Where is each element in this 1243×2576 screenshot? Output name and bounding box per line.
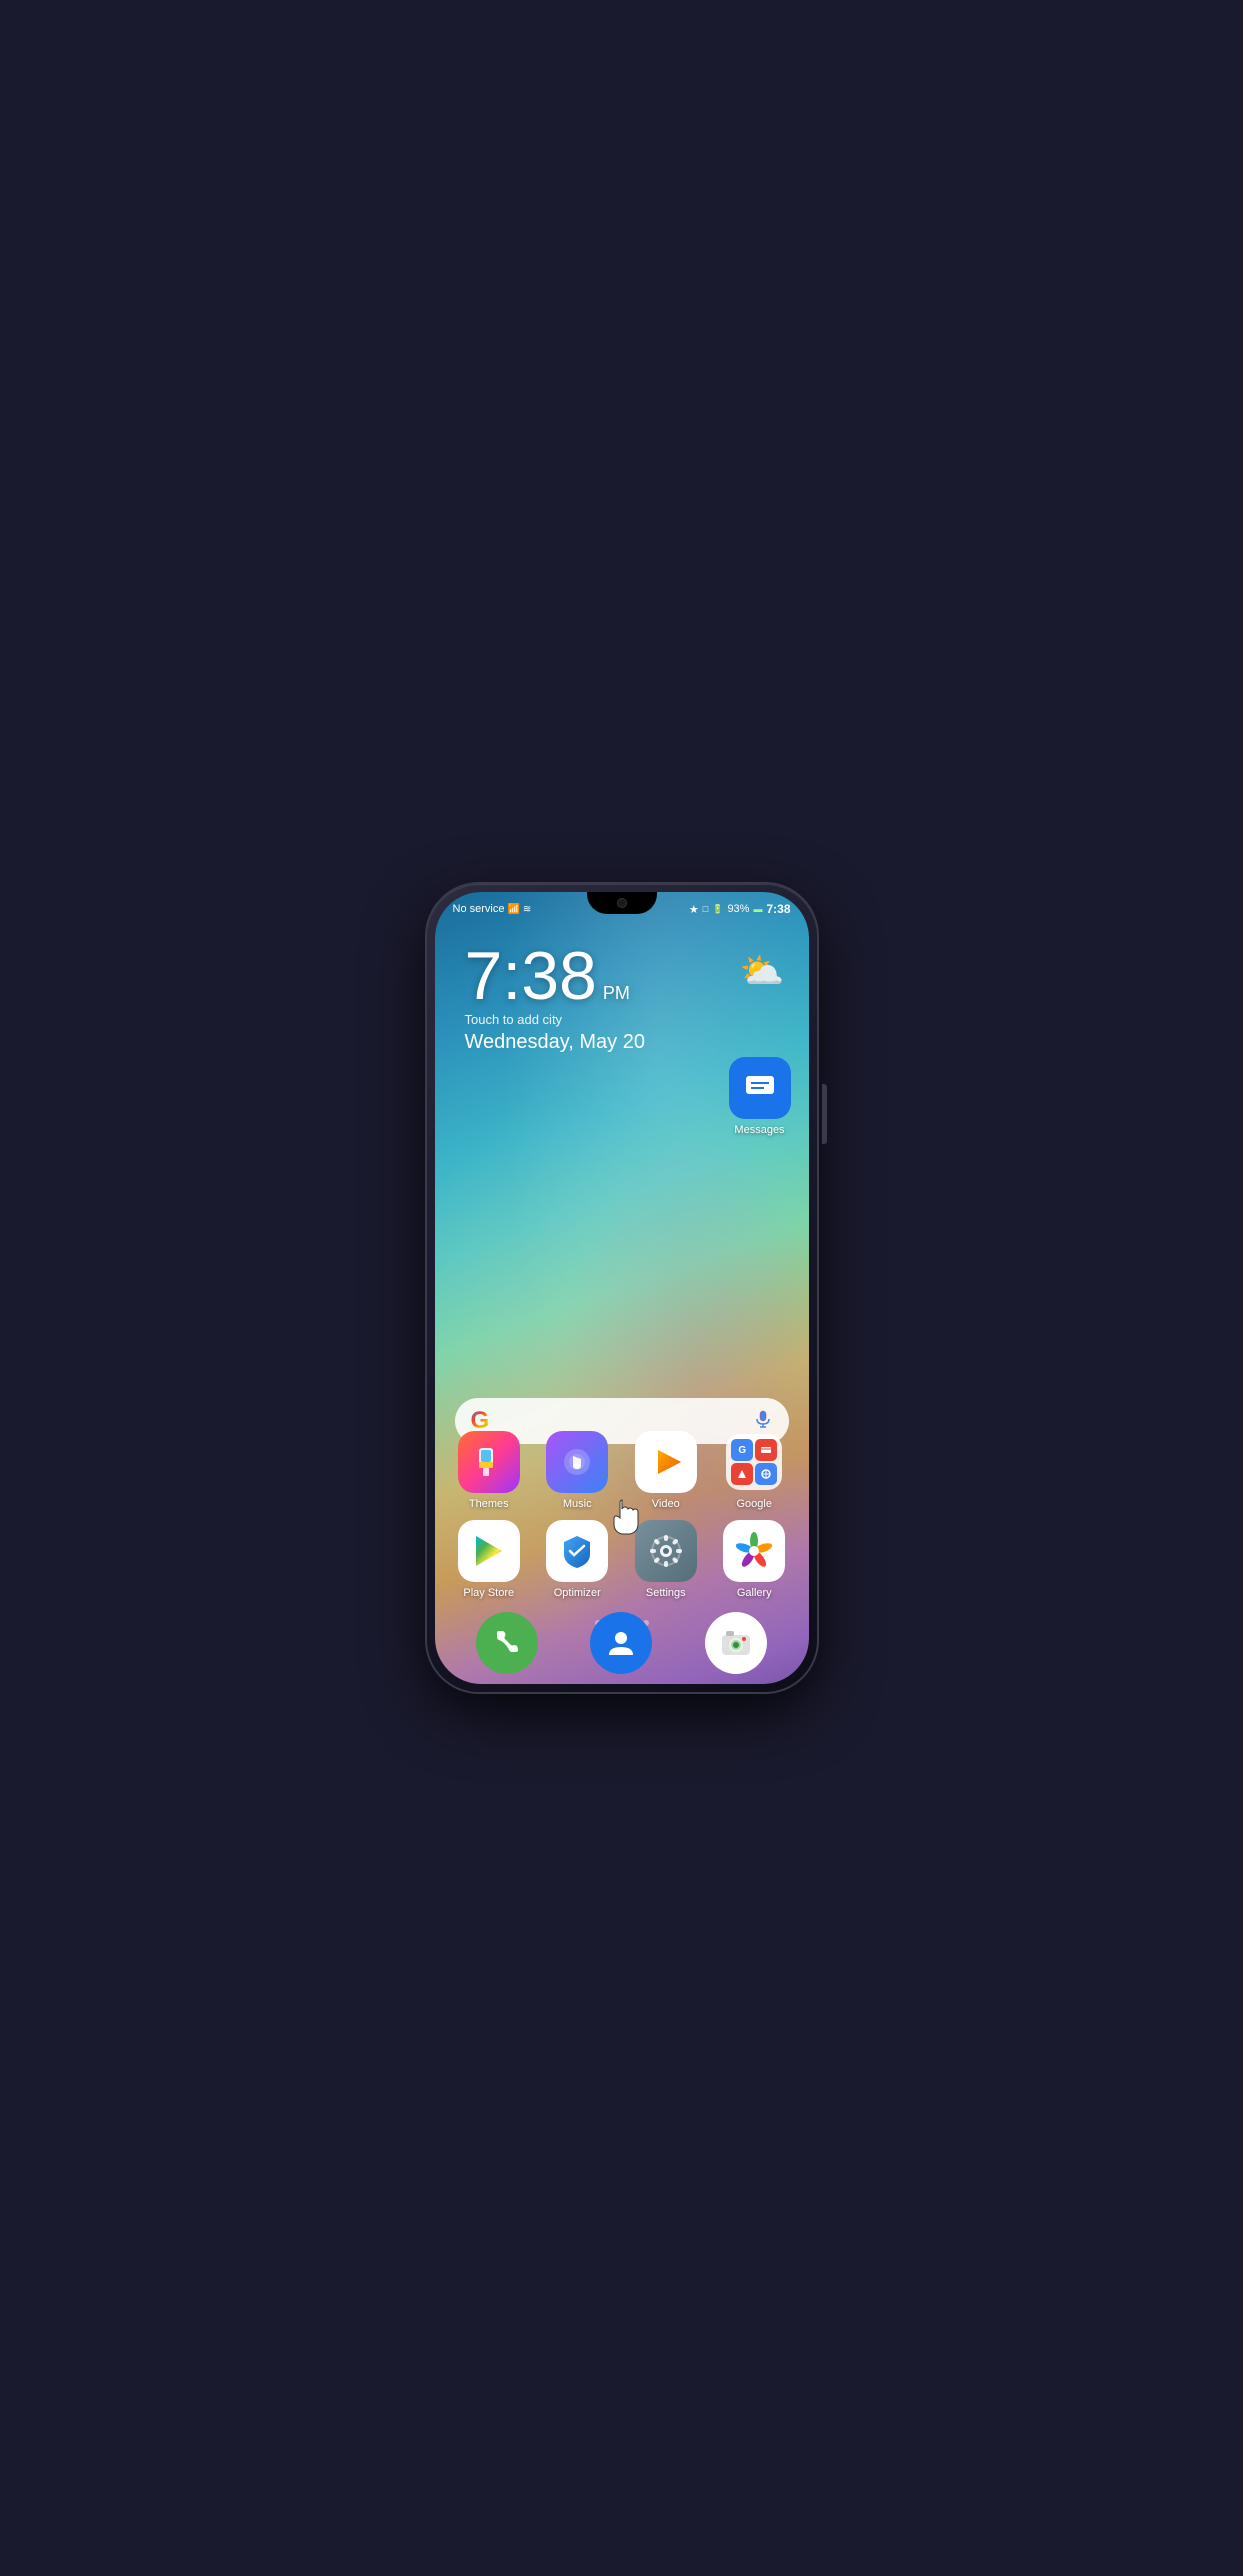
vibrate-icon: □ xyxy=(703,904,708,914)
gallery-label: Gallery xyxy=(737,1587,772,1599)
phone-dock-item[interactable] xyxy=(476,1612,538,1674)
contacts-icon[interactable] xyxy=(590,1612,652,1674)
contacts-dock-item[interactable] xyxy=(590,1612,652,1674)
clock-ampm: PM xyxy=(603,984,630,1002)
playstore-label: Play Store xyxy=(463,1587,514,1599)
messages-svg-icon xyxy=(742,1070,778,1106)
playstore-triangle-icon xyxy=(470,1532,508,1570)
clock-time-display: 7:38 PM xyxy=(465,942,645,1010)
playstore-app-item[interactable]: Play Store xyxy=(449,1520,529,1599)
gallery-icon[interactable] xyxy=(723,1520,785,1582)
music-app-item[interactable]: Music xyxy=(537,1431,617,1510)
battery-icon: 🔋 xyxy=(712,904,723,915)
phone-outer: No service 📶 ≋ ★ □ 🔋 93% ▬ 7:38 7:38 PM xyxy=(427,884,817,1692)
video-play-icon xyxy=(646,1442,686,1482)
status-time: 7:38 xyxy=(766,902,790,916)
phone-icon[interactable] xyxy=(476,1612,538,1674)
settings-icon[interactable] xyxy=(635,1520,697,1582)
side-button[interactable] xyxy=(822,1084,827,1144)
weather-widget[interactable]: ⛅ xyxy=(740,950,785,992)
playstore-icon[interactable] xyxy=(458,1520,520,1582)
google-folder-item[interactable]: G xyxy=(714,1431,794,1510)
phone-inner: No service 📶 ≋ ★ □ 🔋 93% ▬ 7:38 7:38 PM xyxy=(435,892,809,1684)
app-row-1: Themes xyxy=(445,1431,799,1510)
optimizer-app-item[interactable]: Optimizer xyxy=(537,1520,617,1599)
weather-icon: ⛅ xyxy=(740,950,785,991)
signal-icon: 📶 xyxy=(507,904,519,915)
status-right: ★ □ 🔋 93% ▬ 7:38 xyxy=(689,902,791,916)
charging-icon: ▬ xyxy=(753,904,762,914)
settings-app-item[interactable]: Settings xyxy=(626,1520,706,1599)
video-icon[interactable] xyxy=(635,1431,697,1493)
mic-icon[interactable] xyxy=(753,1409,773,1434)
battery-pct: 93% xyxy=(727,903,749,915)
clock-area: 7:38 PM Touch to add city Wednesday, May… xyxy=(465,942,645,1054)
phone-handset-icon xyxy=(491,1627,523,1659)
clock-subtitle[interactable]: Touch to add city xyxy=(465,1012,645,1027)
app-row-2: Play Store xyxy=(445,1520,799,1599)
optimizer-icon[interactable] xyxy=(546,1520,608,1582)
messages-app-icon[interactable] xyxy=(729,1057,791,1119)
settings-gear-icon xyxy=(646,1531,686,1571)
video-app-item[interactable]: Video xyxy=(626,1431,706,1510)
camera-dock-item[interactable] xyxy=(705,1612,767,1674)
gallery-flower-icon xyxy=(734,1531,774,1571)
clock-date: Wednesday, May 20 xyxy=(465,1031,645,1054)
themes-label: Themes xyxy=(469,1498,509,1510)
camera-icon[interactable] xyxy=(705,1612,767,1674)
camera-lens-icon xyxy=(718,1625,754,1661)
music-label: Music xyxy=(563,1498,592,1510)
notch xyxy=(587,892,657,914)
app-grid: Themes xyxy=(445,1431,799,1609)
wifi-icon: ≋ xyxy=(523,904,531,915)
messages-icon-area[interactable]: Messages xyxy=(729,1057,791,1136)
clock-digits: 7:38 xyxy=(465,942,597,1010)
settings-label: Settings xyxy=(646,1587,686,1599)
screen: No service 📶 ≋ ★ □ 🔋 93% ▬ 7:38 7:38 PM xyxy=(435,892,809,1684)
music-icon[interactable] xyxy=(546,1431,608,1493)
video-label: Video xyxy=(652,1498,680,1510)
themes-app-item[interactable]: Themes xyxy=(449,1431,529,1510)
person-icon xyxy=(605,1627,637,1659)
camera-dot xyxy=(617,898,627,908)
messages-label: Messages xyxy=(734,1124,784,1136)
optimizer-shield-icon xyxy=(558,1532,596,1570)
themes-icon[interactable] xyxy=(458,1431,520,1493)
themes-brush-icon xyxy=(471,1444,507,1480)
microphone-svg xyxy=(753,1409,773,1429)
optimizer-label: Optimizer xyxy=(554,1587,601,1599)
dock xyxy=(450,1612,794,1674)
bluetooth-icon: ★ xyxy=(689,903,699,916)
no-service-text: No service xyxy=(453,903,505,915)
music-note-icon xyxy=(559,1444,595,1480)
gallery-app-item[interactable]: Gallery xyxy=(714,1520,794,1599)
google-folder-icon[interactable]: G xyxy=(723,1431,785,1493)
google-label: Google xyxy=(737,1498,772,1510)
status-left: No service 📶 ≋ xyxy=(453,903,532,915)
